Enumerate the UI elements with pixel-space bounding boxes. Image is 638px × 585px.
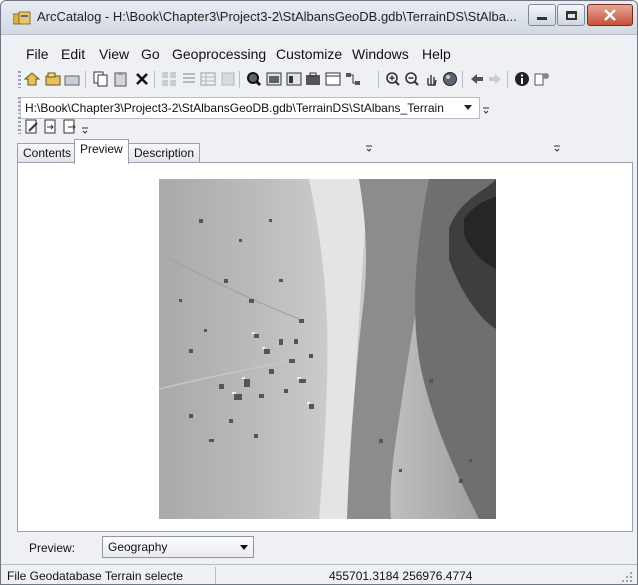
back-arrow-icon[interactable] (469, 71, 485, 87)
arccatalog-app-icon (13, 11, 31, 25)
zoom-out-icon[interactable] (404, 71, 420, 87)
command-line-icon[interactable] (325, 71, 341, 87)
menu-edit[interactable]: Edit (61, 46, 85, 62)
search-icon[interactable] (246, 71, 262, 87)
terrain-preview-image[interactable] (159, 179, 496, 519)
tab-preview[interactable]: Preview (74, 139, 129, 164)
minimize-button[interactable] (528, 4, 556, 26)
menu-geoprocessing[interactable]: Geoprocessing (172, 46, 266, 62)
identify-icon[interactable] (514, 71, 530, 87)
preview-type-row: Preview: Geography (17, 535, 633, 561)
resize-grip-icon[interactable] (621, 571, 633, 583)
toolbar-grip[interactable] (18, 71, 21, 88)
chevron-down-icon (240, 545, 248, 550)
location-combobox[interactable]: H:\Book\Chapter3\Project3-2\StAlbansGeoD… (20, 97, 480, 119)
list-view-icon[interactable] (181, 71, 197, 87)
title-bar[interactable]: ArcCatalog - H:\Book\Chapter3\Project3-2… (1, 1, 637, 35)
toolbar-overflow-chevron-icon[interactable] (553, 141, 561, 153)
close-icon (604, 9, 616, 21)
status-coordinates: 455701.3184 256976.4774 (329, 569, 473, 583)
toolbar-separator (85, 71, 86, 88)
preview-type-select[interactable]: Geography (102, 536, 254, 558)
metadata-overflow-chevron-icon[interactable] (81, 123, 89, 135)
menu-view[interactable]: View (99, 46, 129, 62)
status-message: File Geodatabase Terrain selecte (7, 569, 183, 583)
toolbar-separator (239, 71, 240, 88)
metadata-icon[interactable] (534, 71, 550, 87)
location-path: H:\Book\Chapter3\Project3-2\StAlbansGeoD… (25, 101, 444, 115)
details-view-icon[interactable] (200, 71, 216, 87)
catalog-window-icon[interactable] (286, 71, 302, 87)
toolbar-separator (154, 71, 155, 88)
status-bar: File Geodatabase Terrain selecte 455701.… (1, 564, 637, 584)
preview-type-value: Geography (108, 540, 168, 554)
status-divider (215, 567, 216, 584)
disconnect-folder-icon[interactable] (64, 71, 80, 87)
thumbnails-view-icon[interactable] (220, 71, 236, 87)
location-overflow-chevron-icon[interactable] (482, 103, 490, 115)
location-dropdown-arrow-icon[interactable] (464, 105, 472, 110)
menu-help[interactable]: Help (422, 46, 451, 62)
arccatalog-window: ArcCatalog - H:\Book\Chapter3\Project3-2… (0, 0, 638, 585)
metadata-toolbar-grip[interactable] (18, 117, 21, 134)
export-metadata-icon[interactable] (62, 119, 78, 135)
maximize-icon (565, 10, 577, 20)
menu-file[interactable]: File (26, 46, 49, 62)
toolbar-separator (378, 71, 379, 88)
import-metadata-icon[interactable] (43, 119, 59, 135)
toolbar-overflow-chevron-icon[interactable] (365, 141, 373, 153)
close-button[interactable] (587, 4, 633, 26)
launch-arcmap-icon[interactable] (266, 71, 282, 87)
window-title: ArcCatalog - H:\Book\Chapter3\Project3-2… (37, 9, 517, 24)
preview-type-label: Preview: (29, 541, 76, 555)
maximize-button[interactable] (557, 4, 585, 26)
menu-windows[interactable]: Windows (352, 46, 409, 62)
large-icons-view-icon[interactable] (161, 71, 177, 87)
zoom-in-icon[interactable] (385, 71, 401, 87)
toolbox-icon[interactable] (305, 71, 321, 87)
model-builder-icon[interactable] (345, 71, 361, 87)
menu-bar: File Edit View Go Geoprocessing Customiz… (1, 44, 637, 66)
forward-arrow-icon[interactable] (487, 71, 503, 87)
paste-icon[interactable] (113, 71, 129, 87)
minimize-icon (537, 16, 547, 20)
full-extent-icon[interactable] (442, 71, 458, 87)
up-one-level-icon[interactable] (24, 71, 40, 87)
toolbar-separator (507, 71, 508, 88)
edit-metadata-icon[interactable] (24, 119, 40, 135)
delete-icon[interactable] (134, 71, 150, 87)
menu-go[interactable]: Go (141, 46, 160, 62)
pan-icon[interactable] (423, 71, 439, 87)
menu-customize[interactable]: Customize (276, 46, 342, 62)
tab-contents[interactable]: Contents (17, 143, 78, 163)
connect-folder-icon[interactable] (45, 71, 61, 87)
toolbar-separator (462, 71, 463, 88)
standard-toolbar (1, 68, 637, 152)
copy-icon[interactable] (93, 71, 109, 87)
tab-description[interactable]: Description (128, 143, 201, 163)
